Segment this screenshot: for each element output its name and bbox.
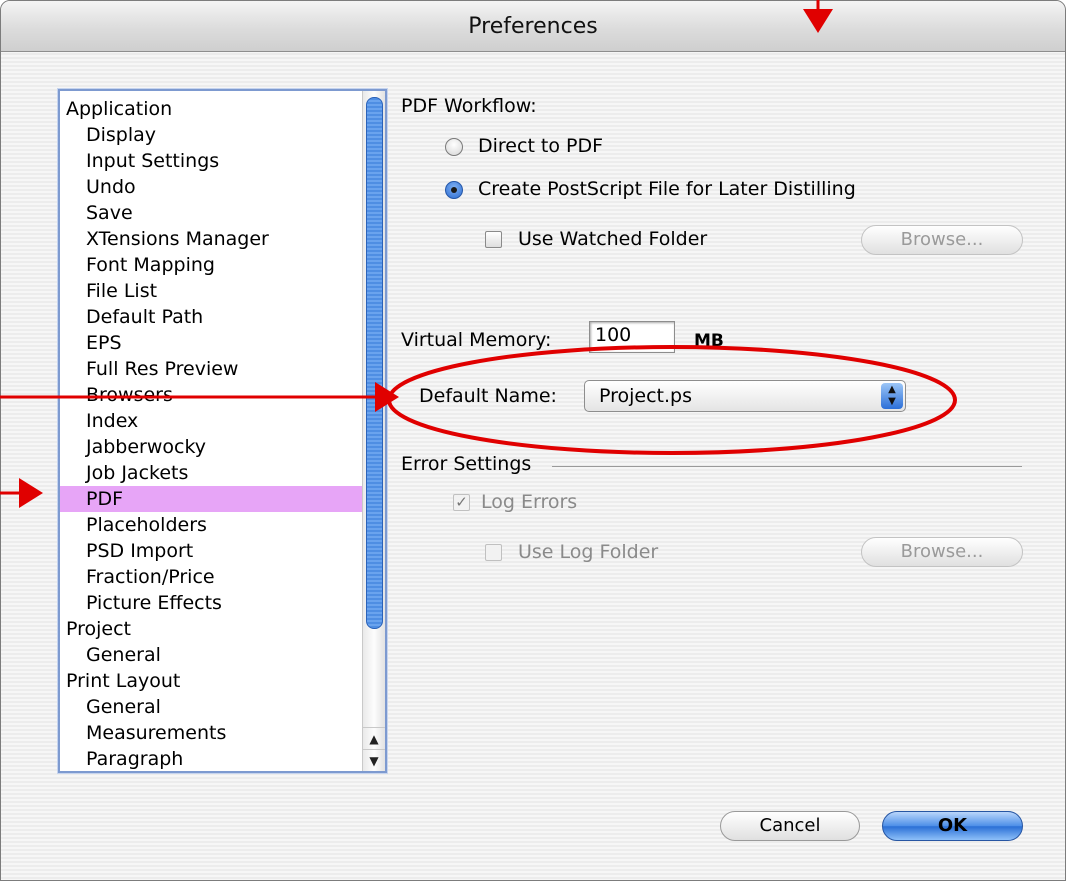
scroll-down-arrow-icon[interactable]: ▼ (363, 749, 385, 772)
category-item[interactable]: Project (60, 616, 365, 642)
category-item[interactable]: Full Res Preview (60, 356, 365, 382)
category-item[interactable]: File List (60, 278, 365, 304)
category-item[interactable]: Picture Effects (60, 590, 365, 616)
category-item[interactable]: Placeholders (60, 512, 365, 538)
category-item[interactable]: Application (60, 96, 365, 122)
category-list-items: Application Display Input Settings Undo Save… (60, 96, 365, 772)
browse-watched-folder-button[interactable]: Browse... (861, 225, 1023, 255)
category-item[interactable]: Default Path (60, 304, 365, 330)
ok-button[interactable]: OK (882, 811, 1023, 841)
error-settings-separator (552, 466, 1022, 467)
use-log-folder-label[interactable]: Use Log Folder (518, 541, 658, 563)
default-name-label: Default Name: (419, 385, 557, 407)
category-item[interactable]: Fraction/Price (60, 564, 365, 590)
category-item[interactable]: Paragraph (60, 746, 365, 772)
window-title: Preferences (468, 13, 598, 39)
category-item[interactable]: Job Jackets (60, 460, 365, 486)
virtual-memory-unit: MB (694, 331, 724, 351)
preferences-window: Preferences Application Display Input Sett… (0, 0, 1066, 881)
category-item[interactable]: General (60, 642, 365, 668)
error-settings-label: Error Settings (401, 453, 532, 475)
category-item[interactable]: General (60, 694, 365, 720)
direct-to-pdf-label[interactable]: Direct to PDF (478, 135, 603, 157)
category-item[interactable]: XTensions Manager (60, 226, 365, 252)
default-name-popup[interactable]: Project.ps ▲ ▼ (584, 380, 906, 412)
category-item[interactable]: EPS (60, 330, 365, 356)
use-watched-folder-label[interactable]: Use Watched Folder (518, 228, 707, 250)
category-item[interactable]: Input Settings (60, 148, 365, 174)
cancel-button[interactable]: Cancel (720, 811, 860, 841)
log-errors-label[interactable]: Log Errors (481, 491, 577, 513)
category-item[interactable]: Browsers (60, 382, 365, 408)
scroll-thumb[interactable] (366, 97, 383, 629)
use-watched-folder-checkbox[interactable] (485, 231, 502, 248)
scroll-up-arrow-icon[interactable]: ▲ (363, 727, 385, 750)
create-postscript-label[interactable]: Create PostScript File for Later Distill… (478, 178, 856, 200)
category-item[interactable]: Save (60, 200, 365, 226)
direct-to-pdf-radio[interactable] (445, 138, 463, 156)
log-errors-checkbox[interactable]: ✓ (453, 494, 470, 511)
virtual-memory-label: Virtual Memory: (401, 329, 552, 351)
pdf-workflow-label: PDF Workflow: (401, 95, 537, 117)
category-item[interactable]: Font Mapping (60, 252, 365, 278)
create-postscript-radio[interactable] (445, 181, 463, 199)
category-item[interactable]: Measurements (60, 720, 365, 746)
use-log-folder-checkbox[interactable] (485, 544, 502, 561)
category-item[interactable]: PDF (60, 486, 365, 512)
category-item[interactable]: Display (60, 122, 365, 148)
category-item[interactable]: Jabberwocky (60, 434, 365, 460)
category-list[interactable]: Application Display Input Settings Undo Save… (58, 89, 387, 773)
virtual-memory-field[interactable]: 100 (589, 321, 675, 353)
category-item[interactable]: Print Layout (60, 668, 365, 694)
category-item[interactable]: Undo (60, 174, 365, 200)
browse-log-folder-button[interactable]: Browse... (861, 537, 1023, 567)
list-scrollbar[interactable]: ▲ ▼ (362, 91, 385, 771)
default-name-value: Project.ps (599, 385, 693, 407)
category-item[interactable]: Index (60, 408, 365, 434)
popup-arrows-icon: ▲ ▼ (881, 383, 903, 409)
title-bar[interactable]: Preferences (1, 1, 1065, 52)
category-item[interactable]: PSD Import (60, 538, 365, 564)
